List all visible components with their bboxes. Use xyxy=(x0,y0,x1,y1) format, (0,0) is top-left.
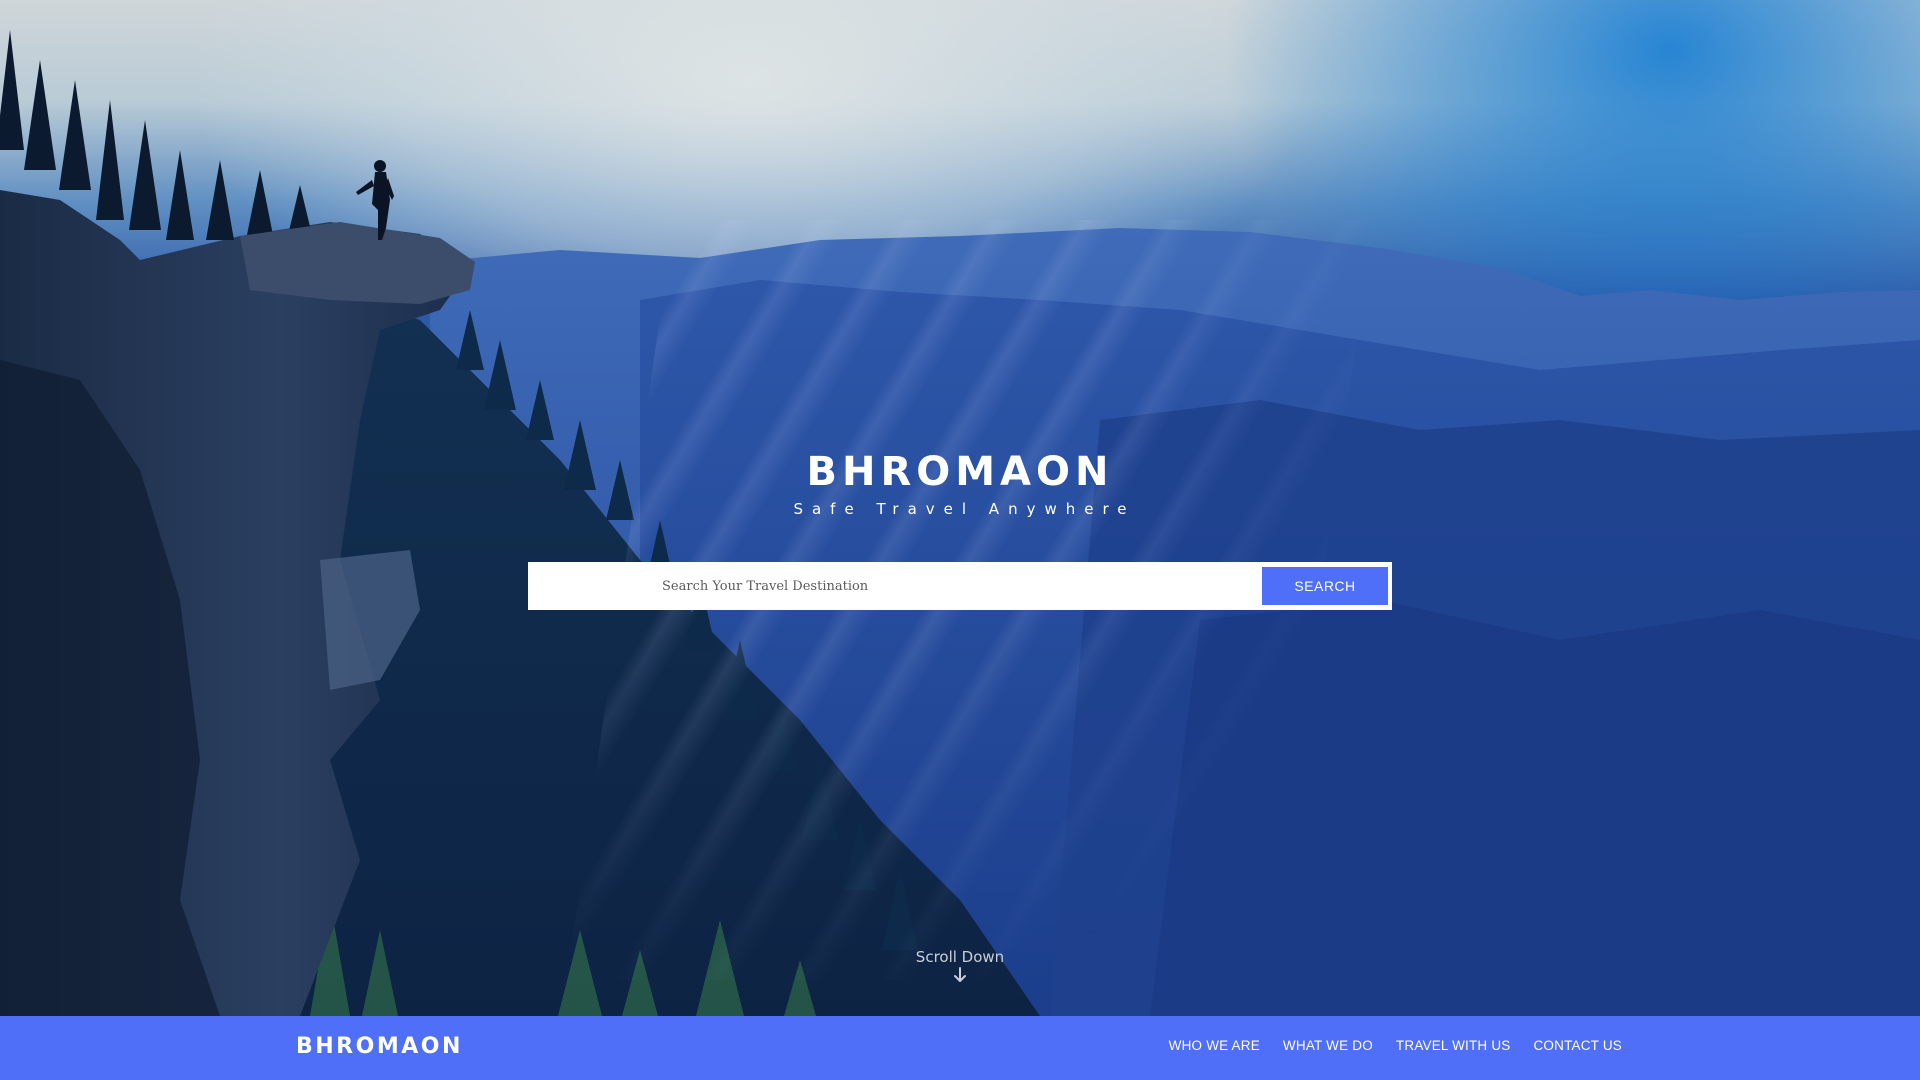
scroll-down-label: Scroll Down xyxy=(915,948,1005,966)
nav-link-what-we-do[interactable]: WHAT WE DO xyxy=(1283,1038,1373,1053)
search-button[interactable]: SEARCH xyxy=(1262,567,1388,605)
nav-link-contact-us[interactable]: CONTACT US xyxy=(1533,1038,1622,1053)
search-bar: SEARCH xyxy=(528,562,1392,610)
brand-tagline: Safe Travel Anywhere xyxy=(793,500,1136,518)
brand-title: BHROMAON xyxy=(806,449,1114,495)
hero-section: BHROMAON Safe Travel Anywhere SEARCH Scr… xyxy=(0,0,1920,1016)
rock-ledge xyxy=(240,222,475,304)
nav-logo[interactable]: BHROMAON xyxy=(296,1034,463,1059)
nav-links: WHO WE ARE WHAT WE DO TRAVEL WITH US CON… xyxy=(1169,1038,1622,1053)
search-input[interactable] xyxy=(528,562,1262,610)
bottom-navbar: BHROMAON WHO WE ARE WHAT WE DO TRAVEL WI… xyxy=(0,1016,1920,1080)
nav-link-who-we-are[interactable]: WHO WE ARE xyxy=(1169,1038,1260,1053)
scroll-down-link[interactable]: Scroll Down xyxy=(860,948,1060,983)
nav-link-travel-with-us[interactable]: TRAVEL WITH US xyxy=(1396,1038,1511,1053)
arrow-down-icon xyxy=(954,967,966,982)
brand-block: BHROMAON Safe Travel Anywhere xyxy=(0,448,1920,518)
